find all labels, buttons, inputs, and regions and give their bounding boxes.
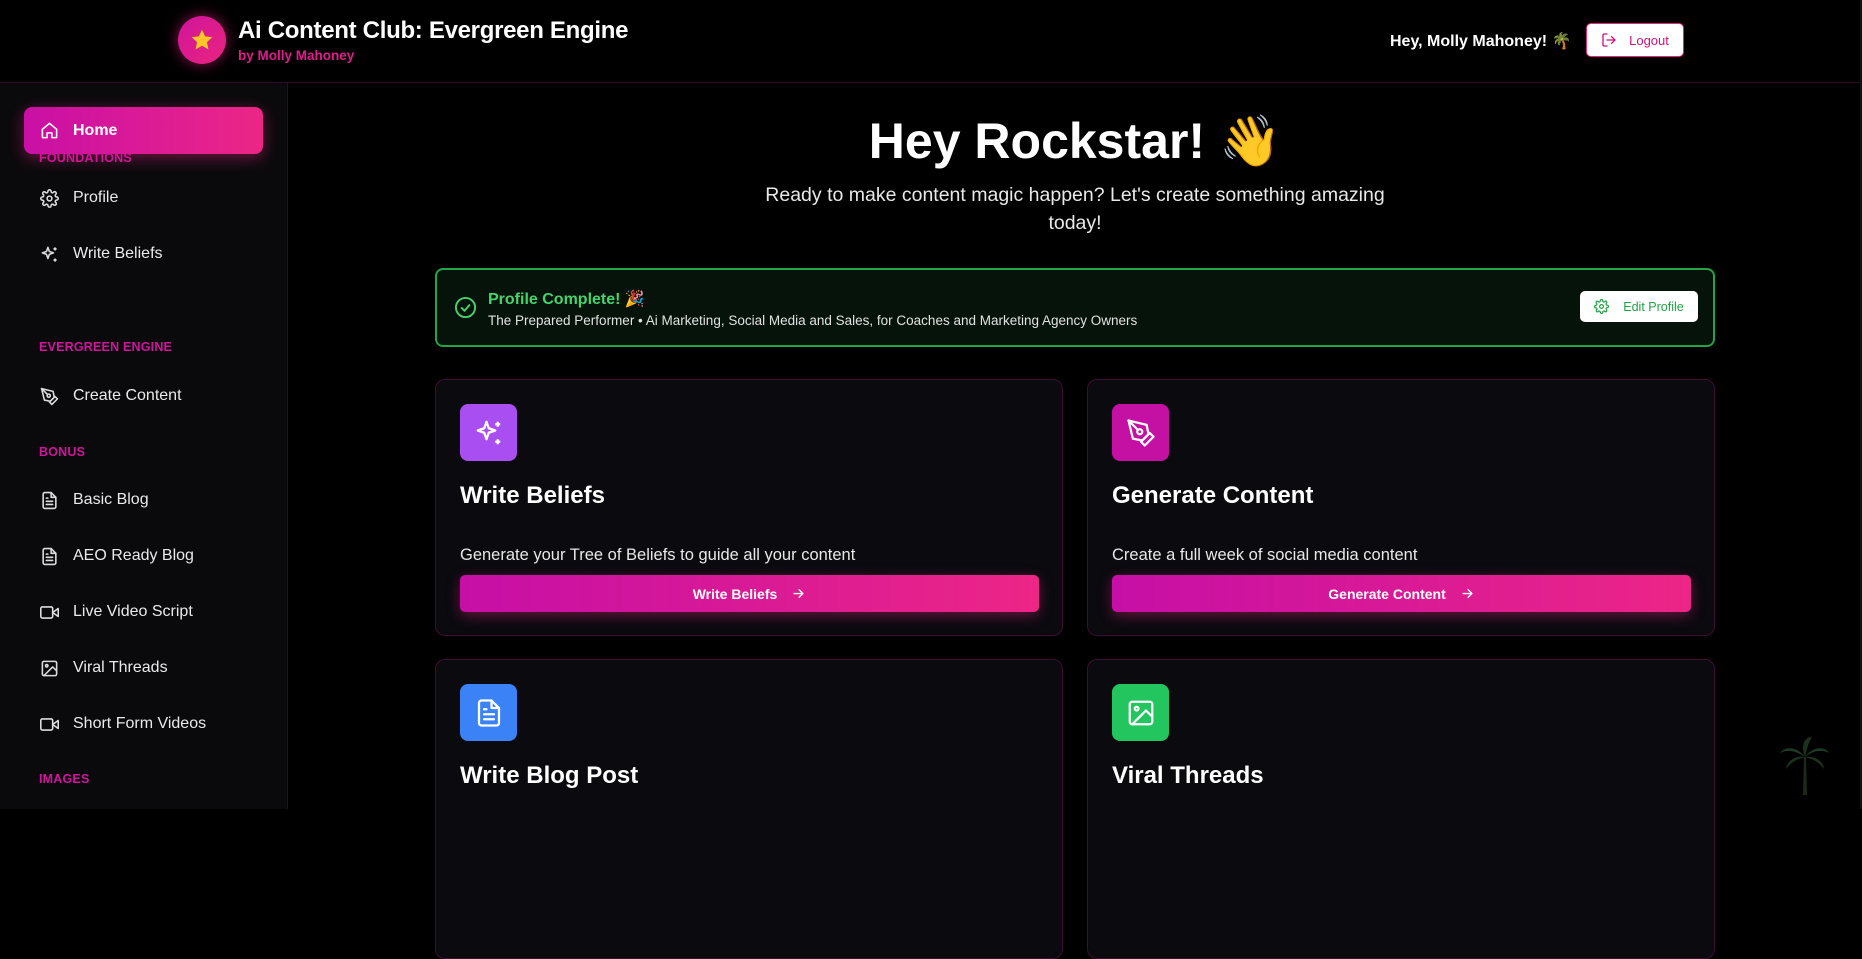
card-description: Create a full week of social media conte… — [1112, 546, 1418, 564]
sidebar-item-live-video-script[interactable]: Live Video Script — [24, 590, 263, 634]
image-icon — [41, 660, 58, 676]
edit-profile-label: Edit Profile — [1623, 299, 1684, 314]
write-beliefs-button[interactable]: Write Beliefs — [460, 575, 1039, 612]
sparkles-icon — [41, 246, 57, 262]
sidebar-item-label: Write Beliefs — [73, 245, 163, 262]
app-title: Ai Content Club: Evergreen Engine — [238, 17, 629, 44]
sidebar-item-label: Live Video Script — [73, 603, 193, 620]
home-icon — [41, 122, 58, 139]
section-bonus: BONUS — [39, 445, 86, 459]
card-title: Generate Content — [1112, 482, 1314, 509]
document-icon — [42, 491, 57, 509]
sidebar-item-short-form-videos[interactable]: Short Form Videos — [24, 702, 263, 746]
profile-status-banner: Profile Complete! 🎉 The Prepared Perform… — [435, 268, 1715, 347]
card-generate-content: Generate Content Create a full week of s… — [1087, 379, 1715, 636]
document-icon — [460, 684, 517, 741]
button-label: Write Beliefs — [692, 585, 778, 602]
pen-tool-icon — [40, 387, 59, 405]
app-subtitle: by Molly Mahoney — [238, 48, 355, 63]
card-title: Write Blog Post — [460, 762, 639, 789]
sidebar-item-label: Viral Threads — [73, 659, 168, 676]
sidebar-item-create-content[interactable]: Create Content — [24, 374, 263, 418]
sidebar-item-aeo-ready-blog[interactable]: AEO Ready Blog — [24, 534, 263, 578]
check-circle-icon — [454, 296, 477, 319]
sidebar-item-basic-blog[interactable]: Basic Blog — [24, 478, 263, 522]
logout-button[interactable]: Logout — [1586, 23, 1684, 57]
user-greeting: Hey, Molly Mahoney! 🌴 — [1390, 33, 1572, 50]
card-viral-threads: Viral Threads — [1087, 659, 1715, 959]
video-icon — [40, 717, 59, 731]
sidebar-item-home[interactable]: Home — [24, 107, 263, 154]
card-title: Write Beliefs — [460, 482, 605, 509]
sidebar-item-label: Home — [73, 121, 118, 139]
sidebar-item-viral-threads[interactable]: Viral Threads — [24, 646, 263, 690]
section-evergreen-engine: EVERGREEN ENGINE — [39, 340, 173, 354]
sidebar-item-label: Basic Blog — [73, 491, 149, 508]
card-title: Viral Threads — [1112, 762, 1264, 789]
section-foundations: FOUNDATIONS — [39, 151, 132, 165]
sidebar-item-write-beliefs[interactable]: Write Beliefs — [24, 232, 263, 276]
card-write-blog-post: Write Blog Post — [435, 659, 1063, 959]
sidebar-item-label: Short Form Videos — [73, 715, 207, 732]
page-subtitle: Ready to make content magic happen? Let'… — [765, 184, 1385, 234]
sparkles-icon — [460, 404, 517, 461]
gear-icon — [40, 188, 59, 208]
section-images: IMAGES — [39, 772, 90, 786]
sidebar: Home FOUNDATIONS Profile Write Beliefs E… — [0, 83, 288, 809]
edit-profile-button[interactable]: Edit Profile — [1580, 291, 1698, 322]
logout-icon — [1602, 33, 1616, 47]
button-label: Generate Content — [1328, 585, 1446, 602]
profile-status-detail: The Prepared Performer • Ai Marketing, S… — [488, 313, 1138, 328]
arrow-right-icon — [1462, 589, 1473, 598]
sidebar-item-profile[interactable]: Profile — [24, 176, 263, 220]
card-description: Generate your Tree of Beliefs to guide a… — [460, 546, 856, 564]
sidebar-item-label: Profile — [73, 189, 119, 206]
video-icon — [40, 605, 59, 619]
palm-tree-icon — [1780, 737, 1829, 795]
arrow-right-icon — [793, 589, 804, 598]
pen-tool-icon — [1112, 404, 1169, 461]
page-title: Hey Rockstar! 👋 — [868, 113, 1282, 169]
document-icon — [42, 547, 57, 565]
sidebar-item-label: Create Content — [73, 387, 182, 404]
profile-status-title: Profile Complete! 🎉 — [488, 291, 645, 308]
gear-icon — [1594, 299, 1610, 314]
image-icon — [1112, 684, 1169, 741]
star-icon — [178, 16, 226, 64]
top-header: Ai Content Club: Evergreen Engine by Mol… — [0, 0, 1862, 83]
generate-content-button[interactable]: Generate Content — [1112, 575, 1691, 612]
card-write-beliefs: Write Beliefs Generate your Tree of Beli… — [435, 379, 1063, 636]
logout-label: Logout — [1629, 32, 1669, 48]
sidebar-item-label: AEO Ready Blog — [73, 547, 194, 564]
